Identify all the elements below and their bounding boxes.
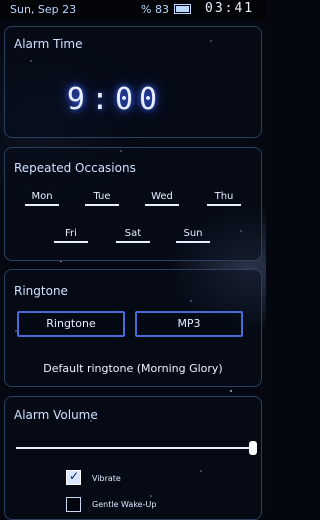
vibrate-checkbox[interactable]: ✓: [66, 469, 81, 485]
day-toggle-fri[interactable]: Fri: [54, 228, 88, 243]
status-time: 03:41: [205, 1, 255, 16]
mp3-button[interactable]: MP3: [135, 311, 243, 337]
volume-slider-track[interactable]: [16, 447, 252, 449]
day-toggle-sat[interactable]: Sat: [116, 228, 150, 243]
day-toggle-thu[interactable]: Thu: [207, 191, 241, 206]
battery-icon: [174, 4, 191, 14]
day-toggle-mon[interactable]: Mon: [25, 191, 59, 206]
volume-slider-thumb[interactable]: [249, 441, 257, 455]
day-toggle-sun[interactable]: Sun: [176, 228, 210, 243]
vibrate-label: Vibrate: [92, 474, 121, 483]
default-ringtone-text: Default ringtone (Morning Glory): [43, 362, 223, 375]
ringtone-title: Ringtone: [14, 284, 68, 298]
battery-percent: % 83: [141, 3, 169, 16]
gentle-wake-up-label: Gentle Wake-Up: [92, 500, 157, 509]
day-toggle-wed[interactable]: Wed: [145, 191, 179, 206]
alarm-volume-title: Alarm Volume: [14, 408, 98, 422]
gentle-wake-up-checkbox[interactable]: [66, 497, 81, 512]
ringtone-button[interactable]: Ringtone: [17, 311, 125, 337]
alarm-time-title: Alarm Time: [14, 37, 83, 51]
checkmark-icon: ✓: [69, 469, 80, 483]
repeated-occasions-title: Repeated Occasions: [14, 161, 136, 175]
day-toggle-tue[interactable]: Tue: [85, 191, 119, 206]
status-date: Sun, Sep 23: [10, 3, 77, 16]
status-bar: Sun, Sep 23 % 83 03:41: [0, 0, 266, 20]
alarm-time-display[interactable]: 9:00: [60, 82, 170, 117]
